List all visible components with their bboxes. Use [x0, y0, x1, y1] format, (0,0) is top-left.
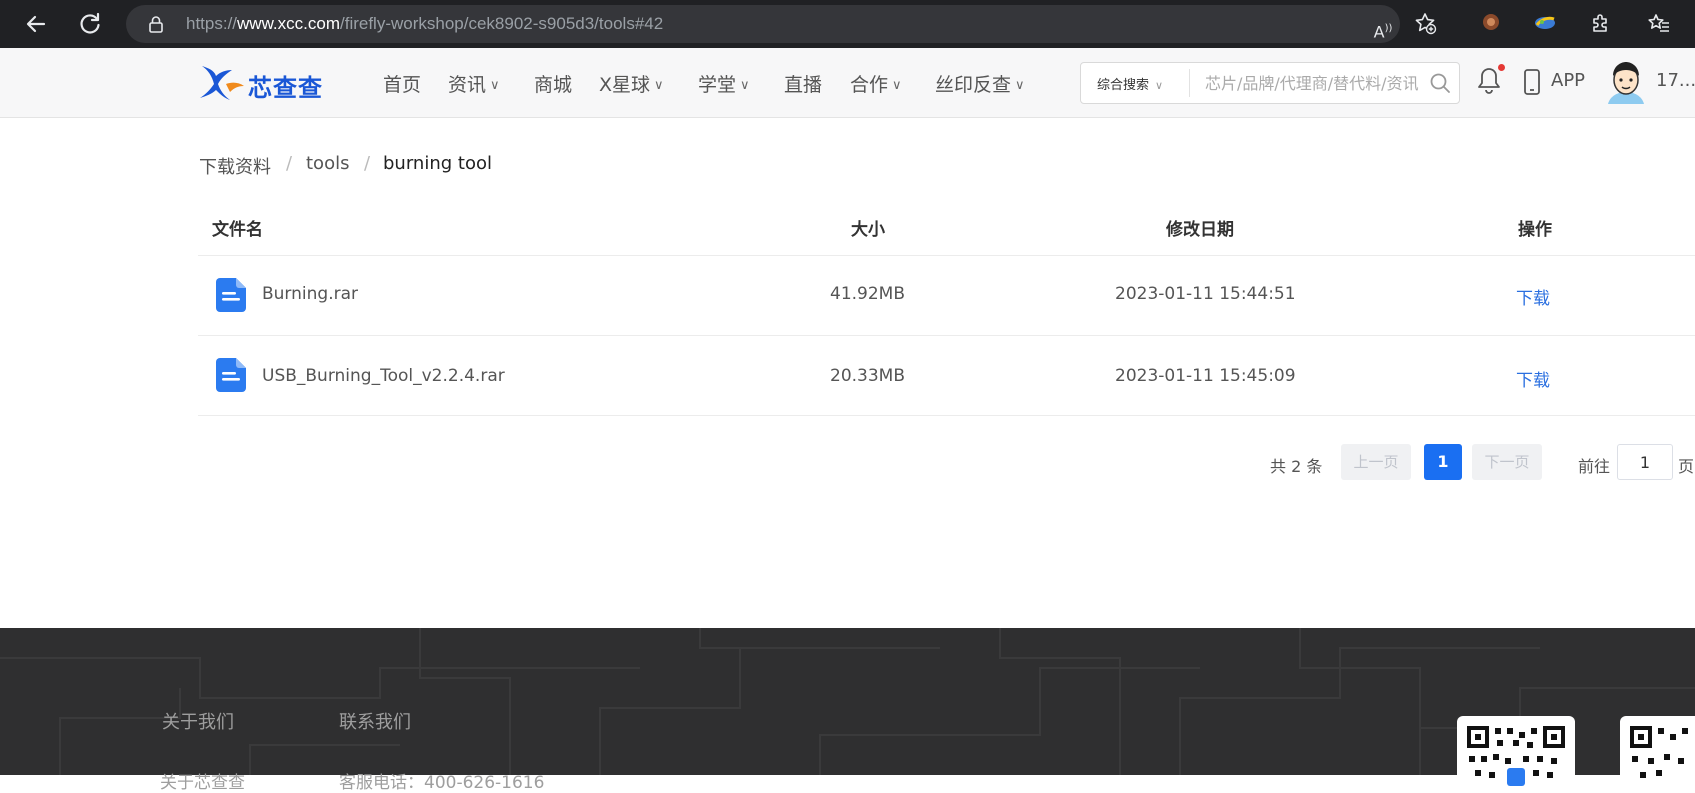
read-aloud-icon[interactable]: A)) — [1370, 16, 1396, 42]
extension-globe-icon[interactable] — [1532, 11, 1558, 37]
file-size: 41.92MB — [830, 284, 905, 304]
logo-icon[interactable] — [198, 62, 248, 106]
address-bar[interactable]: https://www.xcc.com/firefly-workshop/cek… — [126, 5, 1400, 43]
browser-toolbar: https://www.xcc.com/firefly-workshop/cek… — [0, 0, 1695, 48]
page-suffix-label: 页 — [1678, 457, 1695, 476]
breadcrumb-current: burning tool — [383, 153, 492, 174]
qr-code-image — [1457, 716, 1575, 786]
qr-code-image — [1620, 716, 1695, 786]
search-input[interactable] — [1205, 70, 1425, 96]
extension-shield-icon[interactable] — [1478, 11, 1504, 37]
add-favorite-icon[interactable] — [1412, 11, 1438, 37]
circuit-pattern — [0, 628, 1695, 775]
chevron-down-icon: ∨ — [654, 78, 664, 93]
url-text: https://www.xcc.com/firefly-workshop/cek… — [186, 14, 664, 33]
footer-about-us[interactable]: 关于我们 — [162, 708, 234, 734]
goto-page-input[interactable] — [1617, 444, 1673, 480]
column-header-modified: 修改日期 — [1166, 220, 1234, 240]
user-name[interactable]: 17... — [1656, 70, 1695, 91]
row-divider — [198, 415, 1695, 416]
file-document-icon — [216, 278, 246, 312]
notification-dot — [1498, 64, 1505, 71]
nav-home[interactable]: 首页 — [383, 70, 421, 97]
extensions-puzzle-icon[interactable] — [1588, 11, 1614, 37]
breadcrumb-tools[interactable]: tools — [306, 153, 349, 174]
search-box: 综合搜索 ∨ — [1080, 62, 1460, 104]
column-header-size: 大小 — [851, 220, 885, 240]
breadcrumb-separator: / — [286, 153, 293, 174]
chevron-down-icon: ∨ — [1155, 79, 1164, 92]
search-divider — [1189, 69, 1190, 97]
nav-live[interactable]: 直播 — [784, 70, 822, 97]
nav-silkscreen-lookup[interactable]: 丝印反查 ∨ — [935, 70, 1025, 97]
pagination-total: 共 2 条 — [1270, 457, 1323, 476]
refresh-icon[interactable] — [76, 10, 104, 38]
page-number-current[interactable]: 1 — [1424, 444, 1462, 480]
nav-x-planet[interactable]: X星球 ∨ — [599, 70, 664, 97]
avatar[interactable] — [1606, 60, 1646, 104]
nav-mall[interactable]: 商城 — [534, 70, 572, 97]
file-modified-date: 2023-01-11 15:44:51 — [1115, 284, 1296, 304]
row-divider — [198, 335, 1695, 336]
app-download-link[interactable]: APP — [1551, 70, 1585, 91]
column-header-filename: 文件名 — [212, 220, 263, 240]
file-name[interactable]: Burning.rar — [262, 284, 358, 304]
file-name[interactable]: USB_Burning_Tool_v2.2.4.rar — [262, 366, 505, 386]
site-footer — [0, 628, 1695, 775]
footer-contact-us[interactable]: 联系我们 — [339, 708, 411, 734]
column-header-actions: 操作 — [1518, 220, 1552, 240]
chevron-down-icon: ∨ — [490, 78, 500, 93]
chevron-down-icon: ∨ — [1015, 78, 1025, 93]
file-document-icon — [216, 358, 246, 392]
nav-academy[interactable]: 学堂 ∨ — [698, 70, 750, 97]
download-link[interactable]: 下载 — [1516, 284, 1550, 309]
breadcrumb-separator: / — [364, 153, 371, 174]
bell-icon[interactable] — [1476, 66, 1502, 96]
file-modified-date: 2023-01-11 15:45:09 — [1115, 366, 1296, 386]
back-icon[interactable] — [22, 10, 50, 38]
download-link[interactable]: 下载 — [1516, 366, 1550, 391]
footer-service-phone: 客服电话：400-626-1616 — [339, 773, 545, 793]
nav-news[interactable]: 资讯 ∨ — [448, 70, 500, 97]
footer-about-xcc[interactable]: 关于芯查查 — [160, 768, 245, 793]
lock-icon — [149, 16, 163, 33]
prev-page-button[interactable]: 上一页 — [1341, 444, 1411, 480]
search-icon[interactable] — [1429, 72, 1451, 94]
favorites-icon[interactable] — [1646, 11, 1672, 37]
row-divider — [198, 255, 1695, 256]
chevron-down-icon: ∨ — [740, 78, 750, 93]
nav-cooperation[interactable]: 合作 ∨ — [850, 70, 902, 97]
next-page-button[interactable]: 下一页 — [1472, 444, 1542, 480]
breadcrumb-downloads[interactable]: 下载资料 — [199, 153, 271, 179]
chevron-down-icon: ∨ — [892, 78, 902, 93]
logo-text[interactable]: 芯查查 — [248, 68, 323, 103]
search-type-select[interactable]: 综合搜索 ∨ — [1097, 74, 1163, 93]
phone-icon[interactable] — [1523, 68, 1541, 96]
site-header: 芯查查 首页 资讯 ∨ 商城 X星球 ∨ 学堂 ∨ 直播 合作 ∨ 丝印反查 ∨ 综合搜索… — [0, 48, 1695, 118]
goto-label: 前往 — [1578, 457, 1611, 476]
file-size: 20.33MB — [830, 366, 905, 386]
